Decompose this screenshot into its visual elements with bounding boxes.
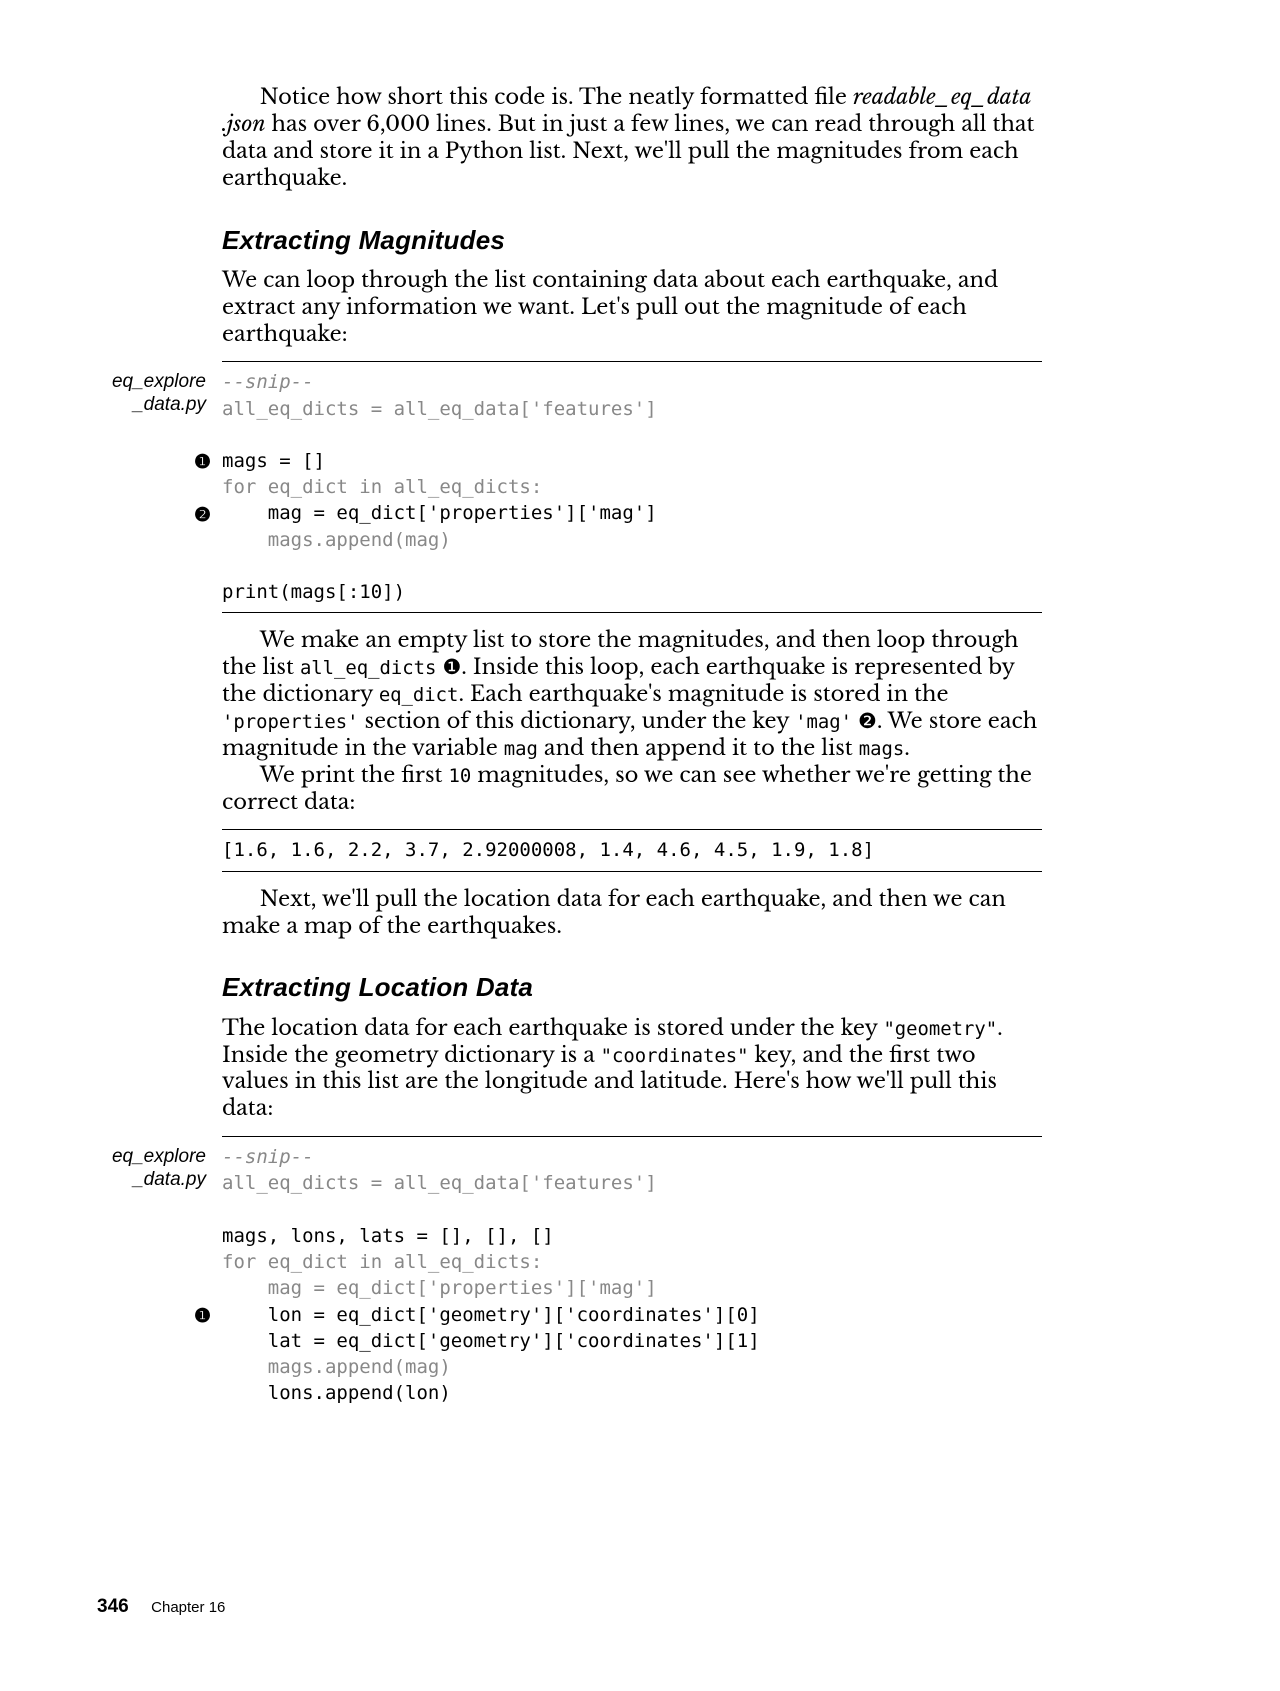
codeblock-1: ❶ ❷ --snip-- all_eq_dicts = all_eq_data[… bbox=[222, 361, 1042, 613]
p2b: all_eq_dicts bbox=[300, 657, 436, 679]
side-label-2: eq_explore _data.py bbox=[66, 1146, 206, 1191]
p5b: "geometry" bbox=[883, 1018, 997, 1040]
page-number: 346 bbox=[97, 1596, 129, 1617]
code1-snip: --snip-- bbox=[222, 371, 314, 393]
p2f: 'properties' bbox=[222, 711, 358, 733]
code3-l8: mags.append(mag) bbox=[222, 1356, 451, 1378]
heading-extracting-location-data: Extracting Location Data bbox=[222, 971, 1042, 1004]
code3-l9: lons.append(lon) bbox=[222, 1382, 451, 1404]
codeblock-1-wrap: eq_explore _data.py ❶ ❷ --snip-- all_eq_… bbox=[222, 361, 1042, 613]
code1-l4: for eq_dict in all_eq_dicts: bbox=[222, 476, 542, 498]
heading-extracting-magnitudes: Extracting Magnitudes bbox=[222, 224, 1042, 257]
codeblock-3: ❶ --snip-- all_eq_dicts = all_eq_data['f… bbox=[222, 1136, 1042, 1406]
side-label-1: eq_explore _data.py bbox=[66, 371, 206, 416]
code1-l5: mag = eq_dict['properties']['mag'] bbox=[222, 502, 657, 524]
intro-part2: has over 6,000 lines. But in just a few … bbox=[222, 111, 1035, 191]
p5a: The location data for each earthquake is… bbox=[222, 1015, 883, 1041]
p2h: 'mag' bbox=[795, 711, 852, 733]
code3-snip: --snip-- bbox=[222, 1146, 314, 1168]
codeblock-3-wrap: eq_explore _data.py ❶ --snip-- all_eq_di… bbox=[222, 1136, 1042, 1406]
code3-l4: for eq_dict in all_eq_dicts: bbox=[222, 1251, 542, 1273]
paragraph-4: Next, we'll pull the location data for e… bbox=[222, 886, 1042, 940]
page-footer: 346 Chapter 16 bbox=[97, 1595, 225, 1619]
p3a: We print the first bbox=[260, 762, 449, 788]
code1-l6: mags.append(mag) bbox=[222, 529, 451, 551]
p5d: "coordinates" bbox=[601, 1045, 749, 1067]
codeblock-2: [1.6, 1.6, 2.2, 3.7, 2.92000008, 1.4, 4.… bbox=[222, 829, 1042, 871]
code1-l7: print(mags[:10]) bbox=[222, 581, 405, 603]
content-column: Notice how short this code is. The neatl… bbox=[222, 84, 1042, 1420]
p2m: . bbox=[904, 735, 910, 761]
paragraph-1: We can loop through the list containing … bbox=[222, 267, 1042, 348]
code3-l3: mags, lons, lats = [], [], [] bbox=[222, 1225, 554, 1247]
p2j: mag bbox=[504, 738, 538, 760]
code1-l3: mags = [] bbox=[222, 450, 325, 472]
paragraph-3: We print the first 10 magnitudes, so we … bbox=[222, 762, 1042, 816]
paragraph-5: The location data for each earthquake is… bbox=[222, 1015, 1042, 1123]
callout-3-icon: ❶ bbox=[194, 1304, 211, 1330]
code3-l6: lon = eq_dict['geometry']['coordinates']… bbox=[222, 1304, 760, 1326]
code3-l7: lat = eq_dict['geometry']['coordinates']… bbox=[222, 1330, 760, 1352]
code1-l2: all_eq_dicts = all_eq_data['features'] bbox=[222, 398, 657, 420]
p2e: . Each earthquake's magnitude is stored … bbox=[458, 681, 948, 707]
code3-l5: mag = eq_dict['properties']['mag'] bbox=[222, 1277, 657, 1299]
p2k: and then append it to the list bbox=[538, 735, 859, 761]
p3b: 10 bbox=[448, 765, 471, 787]
p2d: eq_dict bbox=[379, 684, 459, 706]
callout-1-icon: ❶ bbox=[194, 450, 211, 476]
chapter-label: Chapter 16 bbox=[151, 1599, 225, 1616]
p2l: mags bbox=[859, 738, 905, 760]
p2g: section of this dictionary, under the ke… bbox=[358, 708, 795, 734]
code2-line: [1.6, 1.6, 2.2, 3.7, 2.92000008, 1.4, 4.… bbox=[222, 839, 874, 861]
code3-l2: all_eq_dicts = all_eq_data['features'] bbox=[222, 1172, 657, 1194]
intro-paragraph: Notice how short this code is. The neatl… bbox=[222, 84, 1042, 192]
intro-part1: Notice how short this code is. The neatl… bbox=[260, 84, 853, 110]
page: Notice how short this code is. The neatl… bbox=[0, 0, 1280, 1691]
callout-2-icon: ❷ bbox=[194, 503, 211, 529]
paragraph-2: We make an empty list to store the magni… bbox=[222, 627, 1042, 761]
